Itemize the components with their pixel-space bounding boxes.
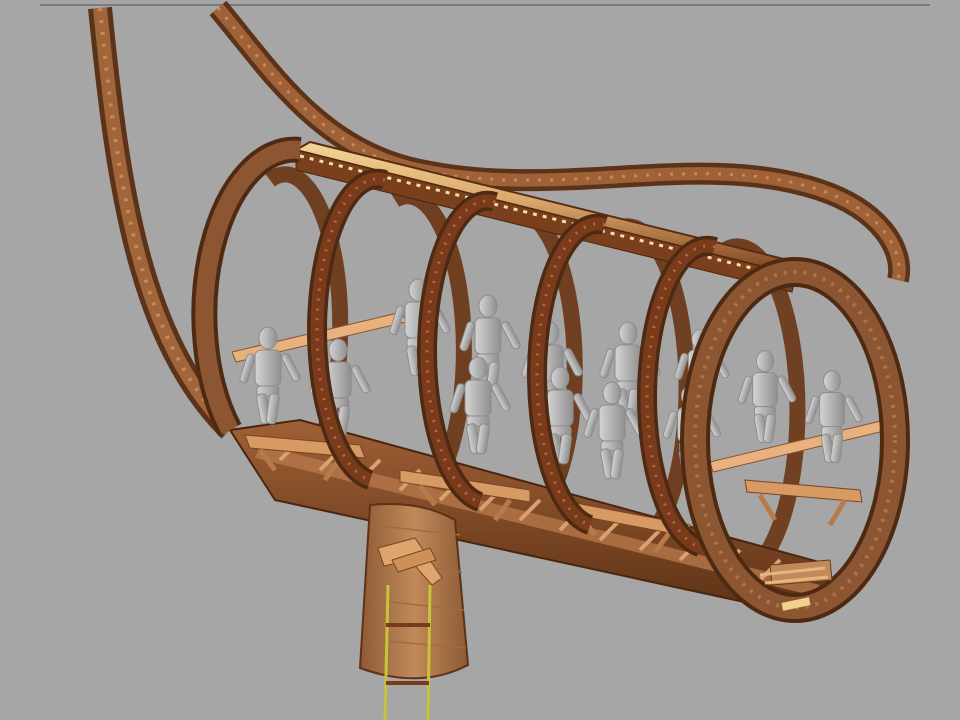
gangplank [358,503,470,680]
render-viewport [0,0,960,720]
rear-hoop [191,136,302,437]
seated-figure-12 [804,370,864,464]
scene-canvas [40,0,930,720]
